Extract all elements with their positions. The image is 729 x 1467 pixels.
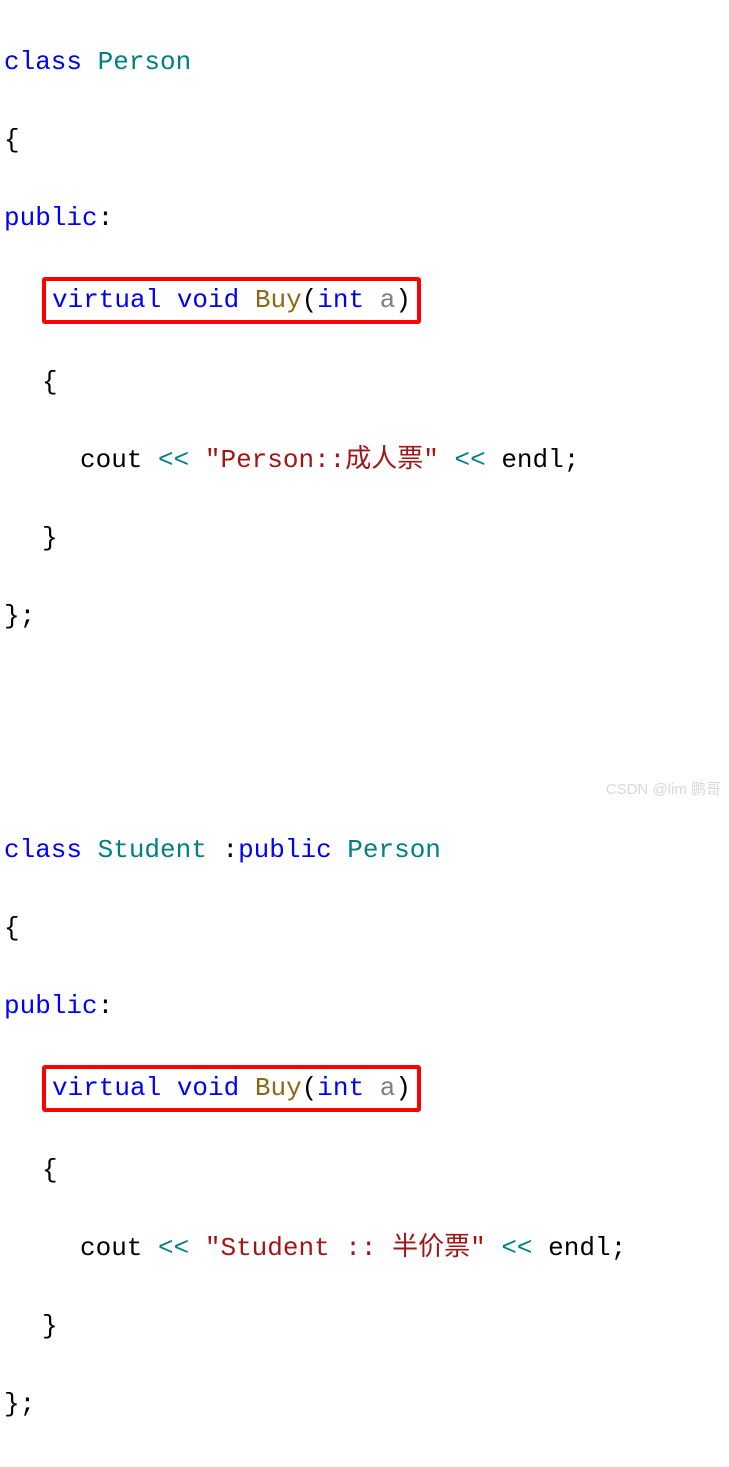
keyword-class: class [4, 47, 82, 77]
code-line: }; [4, 597, 725, 636]
code-line: }; [4, 1385, 725, 1424]
string-literal: "Person::成人票" [205, 445, 439, 475]
code-line: } [4, 519, 725, 558]
keyword-virtual: virtual [52, 285, 161, 315]
keyword-class: class [4, 835, 82, 865]
semicolon: ; [611, 1233, 627, 1263]
string-literal: "Student :: 半价票" [205, 1233, 486, 1263]
colon: : [98, 991, 114, 1021]
highlight-box: virtual void Buy(int a) [42, 1065, 421, 1112]
code-line: class Student :public Person [4, 831, 725, 870]
blank-line [4, 675, 725, 714]
code-line: virtual void Buy(int a) [4, 1065, 725, 1112]
operator-lshift: << [158, 1233, 189, 1263]
brace-close-semi: }; [4, 601, 35, 631]
code-line: { [4, 363, 725, 402]
operator-lshift: << [158, 445, 189, 475]
function-name: Buy [255, 285, 302, 315]
base-class: Person [347, 835, 441, 865]
highlight-box: virtual void Buy(int a) [42, 277, 421, 324]
identifier-cout: cout [80, 1233, 142, 1263]
code-line: } [4, 1307, 725, 1346]
keyword-public: public [238, 835, 332, 865]
brace-open: { [4, 913, 20, 943]
semicolon: ; [564, 445, 580, 475]
function-name: Buy [255, 1073, 302, 1103]
identifier-endl: endl [501, 445, 563, 475]
code-line: class Person [4, 43, 725, 82]
paren-open: ( [302, 285, 318, 315]
code-line: cout << "Person::成人票" << endl; [4, 441, 725, 480]
keyword-void: void [177, 285, 239, 315]
brace-close: } [42, 1311, 58, 1341]
code-line: public: [4, 199, 725, 238]
identifier-endl: endl [548, 1233, 610, 1263]
keyword-public: public [4, 991, 98, 1021]
paren-close: ) [395, 285, 411, 315]
brace-open: { [42, 1155, 58, 1185]
code-line: cout << "Student :: 半价票" << endl; [4, 1229, 725, 1268]
brace-close-semi: }; [4, 1389, 35, 1419]
class-name-person: Person [98, 47, 192, 77]
operator-lshift: << [455, 445, 486, 475]
code-line: { [4, 909, 725, 948]
keyword-int: int [317, 285, 364, 315]
code-line: { [4, 1151, 725, 1190]
paren-open: ( [302, 1073, 318, 1103]
code-line: public: [4, 987, 725, 1026]
operator-lshift: << [501, 1233, 532, 1263]
keyword-int: int [317, 1073, 364, 1103]
watermark: CSDN @lim 鹏哥 [606, 779, 721, 802]
brace-open: { [42, 367, 58, 397]
keyword-public: public [4, 203, 98, 233]
brace-close: } [42, 523, 58, 553]
keyword-void: void [177, 1073, 239, 1103]
param-name: a [380, 1073, 396, 1103]
keyword-virtual: virtual [52, 1073, 161, 1103]
colon-inherit: : [207, 835, 238, 865]
param-name: a [380, 285, 396, 315]
identifier-cout: cout [80, 445, 142, 475]
code-line: { [4, 121, 725, 160]
class-name-student: Student [98, 835, 207, 865]
paren-close: ) [395, 1073, 411, 1103]
brace-open: { [4, 125, 20, 155]
colon: : [98, 203, 114, 233]
code-block: class Person { public: virtual void Buy(… [0, 0, 729, 1467]
code-line: virtual void Buy(int a) [4, 277, 725, 324]
